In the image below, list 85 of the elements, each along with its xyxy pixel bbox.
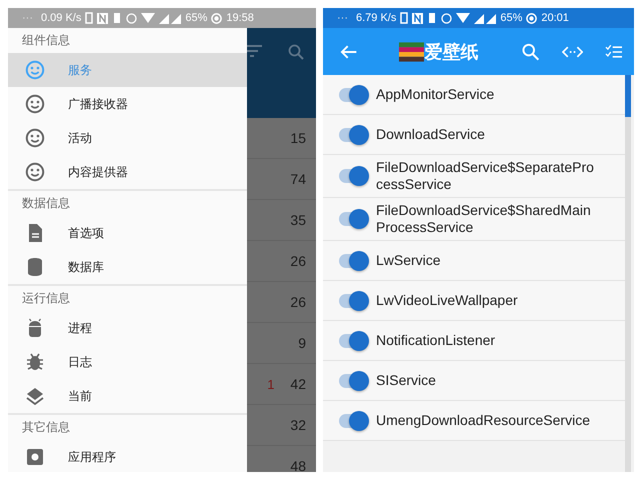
- service-name: FileDownloadService$SharedMainProcessService: [376, 202, 592, 236]
- database-icon: [25, 257, 45, 277]
- phone-icon: [85, 12, 94, 24]
- bug-icon: [25, 352, 45, 372]
- drawer-item[interactable]: 活动: [8, 121, 247, 155]
- smiley-icon: [25, 94, 45, 114]
- smiley-icon: [25, 128, 45, 148]
- battery-icon: [211, 12, 222, 24]
- overflow-dots: ···: [22, 12, 33, 24]
- service-row[interactable]: DownloadService: [323, 115, 625, 155]
- drawer-item[interactable]: 进程: [8, 311, 247, 345]
- item-count: 74: [290, 171, 306, 187]
- drawer-item[interactable]: 应用程序: [8, 440, 247, 472]
- search-icon[interactable]: [288, 44, 304, 60]
- toggle-switch[interactable]: [339, 294, 367, 308]
- layers-icon: [25, 386, 45, 406]
- search-icon[interactable]: [522, 42, 540, 60]
- service-name: NotificationListener: [376, 332, 496, 349]
- service-row[interactable]: FileDownloadService$SeparateProcessService: [323, 155, 625, 198]
- nfc-icon: [97, 12, 108, 24]
- service-name: SIService: [376, 372, 437, 389]
- network-speed: 6.79 K/s: [356, 12, 396, 24]
- alarm-icon: [441, 12, 452, 24]
- service-name: UmengDownloadResourceService: [376, 412, 591, 429]
- wifi-icon: [141, 13, 156, 23]
- drawer-item[interactable]: 日志: [8, 345, 247, 379]
- signal-icon: [474, 12, 496, 24]
- unread-number: 1: [267, 376, 274, 392]
- item-count: 15: [290, 130, 306, 146]
- smiley-icon: [25, 162, 45, 182]
- drawer-item[interactable]: 数据库: [8, 250, 247, 284]
- item-count: 35: [290, 212, 306, 228]
- section-header: 运行信息: [21, 290, 71, 307]
- signal-icon: [159, 12, 182, 24]
- section-header: 其它信息: [21, 419, 71, 436]
- item-count: 26: [290, 253, 306, 269]
- drawer-item[interactable]: 广播接收器: [8, 87, 247, 121]
- service-row[interactable]: LwVideoLiveWallpaper: [323, 281, 625, 321]
- toggle-switch[interactable]: [339, 88, 367, 102]
- nfc-icon: [412, 12, 424, 24]
- toggle-switch[interactable]: [339, 169, 367, 183]
- overflow-dots: ···: [337, 12, 348, 24]
- battery-percent: 65%: [185, 12, 208, 24]
- service-name: LwService: [376, 252, 442, 269]
- item-count: 32: [290, 417, 306, 433]
- service-row[interactable]: NotificationListener: [323, 321, 625, 361]
- network-speed: 0.09 K/s: [41, 12, 82, 24]
- battery-icon: [526, 12, 538, 24]
- drawer-item[interactable]: 首选项: [8, 216, 247, 250]
- toggle-switch[interactable]: [339, 414, 367, 428]
- service-name: LwVideoLiveWallpaper: [376, 292, 519, 309]
- toggle-switch[interactable]: [339, 334, 367, 348]
- app-title: 爱壁纸: [424, 40, 478, 64]
- item-count: 26: [290, 294, 306, 310]
- service-row[interactable]: AppMonitorService: [323, 75, 625, 115]
- service-row[interactable]: SIService: [323, 361, 625, 401]
- code-icon[interactable]: [562, 44, 583, 58]
- item-count: 42: [290, 376, 306, 392]
- service-row[interactable]: FileDownloadService$SharedMainProcessService: [323, 198, 625, 241]
- back-arrow-icon[interactable]: [340, 44, 358, 60]
- service-name: DownloadService: [376, 126, 486, 143]
- smiley-icon: [25, 60, 45, 80]
- item-count: 9: [298, 335, 306, 351]
- service-row[interactable]: LwService: [323, 241, 625, 281]
- settings-icon: [25, 447, 45, 467]
- checklist-icon[interactable]: [604, 44, 622, 60]
- clock: 19:58: [226, 12, 254, 24]
- service-row[interactable]: UmengDownloadResourceService: [323, 401, 625, 441]
- toggle-switch[interactable]: [339, 212, 367, 226]
- drawer-item[interactable]: 内容提供器: [8, 155, 247, 189]
- phone-icon: [400, 12, 408, 24]
- toggle-switch[interactable]: [339, 254, 367, 268]
- wifi-icon: [456, 13, 470, 23]
- alarm-icon: [126, 12, 138, 24]
- section-header: 组件信息: [21, 32, 71, 49]
- service-name: AppMonitorService: [376, 86, 496, 103]
- app-logo-icon: [399, 40, 424, 64]
- service-name: FileDownloadService$SeparateProcessService: [376, 159, 594, 193]
- toggle-switch[interactable]: [339, 128, 367, 142]
- clock: 20:01: [541, 12, 569, 24]
- toggle-switch[interactable]: [339, 374, 367, 388]
- drawer-item[interactable]: 当前: [8, 379, 247, 413]
- item-count: 48: [290, 458, 306, 472]
- section-header: 数据信息: [21, 195, 71, 212]
- battery-percent: 65%: [500, 12, 522, 24]
